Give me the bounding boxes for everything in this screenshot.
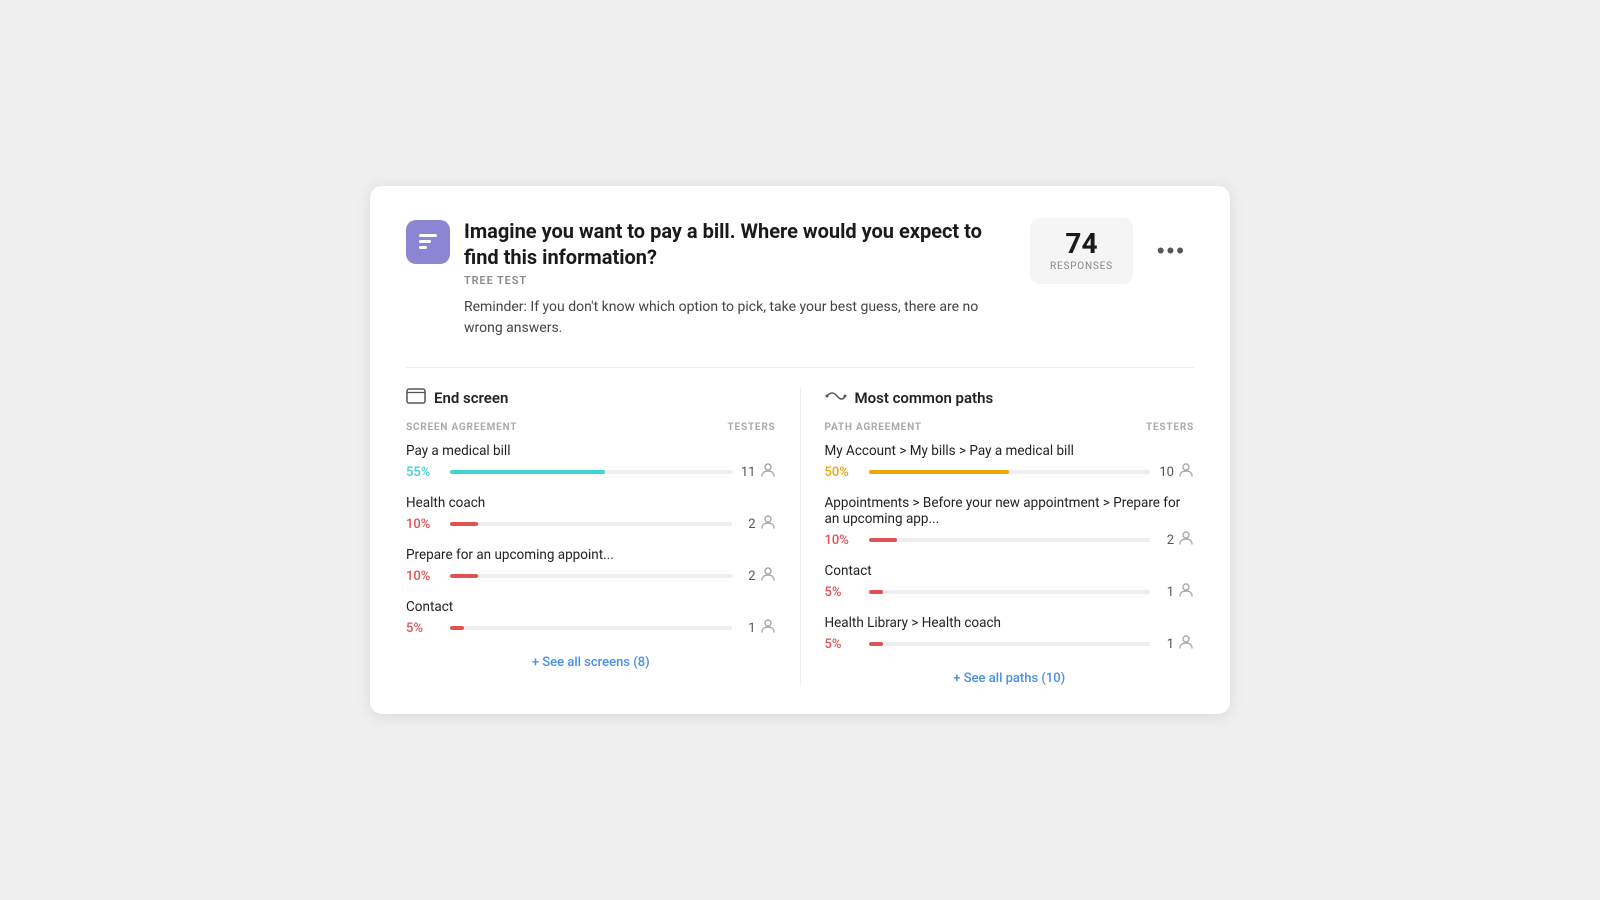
tester-icon-2	[760, 567, 776, 585]
paths-agreement-col: PATH AGREEMENT	[825, 422, 922, 433]
section-divider	[406, 367, 1194, 368]
paths-bar-track-2	[869, 590, 1151, 594]
end-screen-bar-track-0	[450, 470, 732, 474]
paths-row-1: Appointments > Before your new appointme…	[825, 495, 1195, 549]
end-screen-title: End screen	[434, 389, 508, 407]
paths-tester-icon-3	[1178, 635, 1194, 653]
end-screen-bar-fill-1	[450, 522, 478, 526]
paths-header: Most common paths	[825, 388, 1195, 408]
paths-title: Most common paths	[855, 389, 994, 407]
end-screen-row-3: Contact 5% 1	[406, 599, 776, 637]
end-screen-col-headers: SCREEN AGREEMENT TESTERS	[406, 422, 776, 433]
paths-row-label-0: My Account > My bills > Pay a medical bi…	[825, 443, 1195, 459]
see-all-paths-link[interactable]: + See all paths (10)	[825, 671, 1195, 686]
end-screen-testers-col: TESTERS	[728, 422, 776, 433]
sections-container: End screen SCREEN AGREEMENT TESTERS Pay …	[406, 388, 1194, 686]
paths-icon	[825, 388, 847, 408]
paths-row-pct-1: 10%	[825, 533, 861, 548]
more-menu-button[interactable]: •••	[1149, 234, 1194, 268]
paths-tester-icon-2	[1178, 583, 1194, 601]
paths-bar-track-0	[869, 470, 1151, 474]
paths-row-0: My Account > My bills > Pay a medical bi…	[825, 443, 1195, 481]
end-screen-rows: Pay a medical bill 55% 11 Health coach 1…	[406, 443, 776, 637]
paths-row-testers-1: 2	[1158, 531, 1194, 549]
end-screen-bar-track-1	[450, 522, 732, 526]
end-screen-header: End screen	[406, 388, 776, 408]
paths-row-pct-2: 5%	[825, 585, 861, 600]
end-screen-bar-fill-0	[450, 470, 605, 474]
end-screen-row-testers-3: 1	[740, 619, 776, 637]
paths-bar-fill-1	[869, 538, 897, 542]
responses-label: RESPONSES	[1050, 261, 1113, 272]
header-left: Imagine you want to pay a bill. Where wo…	[406, 218, 1010, 339]
paths-bar-fill-2	[869, 590, 883, 594]
paths-row-testers-0: 10	[1158, 463, 1194, 481]
paths-rows: My Account > My bills > Pay a medical bi…	[825, 443, 1195, 653]
paths-row-pct-3: 5%	[825, 637, 861, 652]
end-screen-bar-fill-3	[450, 626, 464, 630]
end-screen-row-label-0: Pay a medical bill	[406, 443, 776, 459]
end-screen-row-testers-1: 2	[740, 515, 776, 533]
paths-bar-track-3	[869, 642, 1151, 646]
paths-row-2: Contact 5% 1	[825, 563, 1195, 601]
reminder-text: Reminder: If you don't know which option…	[464, 297, 1010, 339]
paths-tester-icon-1	[1178, 531, 1194, 549]
paths-row-3: Health Library > Health coach 5% 1	[825, 615, 1195, 653]
end-screen-bar-track-3	[450, 626, 732, 630]
end-screen-row-label-2: Prepare for an upcoming appoint...	[406, 547, 776, 563]
tree-test-badge: TREE TEST	[464, 274, 1010, 287]
end-screen-row-2: Prepare for an upcoming appoint... 10% 2	[406, 547, 776, 585]
paths-bar-fill-0	[869, 470, 1010, 474]
end-screen-row-pct-2: 10%	[406, 569, 442, 584]
tester-icon-3	[760, 619, 776, 637]
header-right: 74 RESPONSES •••	[1030, 218, 1194, 284]
main-card: Imagine you want to pay a bill. Where wo…	[370, 186, 1230, 714]
end-screen-row-testers-0: 11	[740, 463, 776, 481]
end-screen-bar-fill-2	[450, 574, 478, 578]
end-screen-row-0: Pay a medical bill 55% 11	[406, 443, 776, 481]
end-screen-section: End screen SCREEN AGREEMENT TESTERS Pay …	[406, 388, 800, 686]
end-screen-icon	[406, 388, 426, 408]
end-screen-row-pct-0: 55%	[406, 465, 442, 480]
end-screen-agreement-col: SCREEN AGREEMENT	[406, 422, 517, 433]
end-screen-row-label-1: Health coach	[406, 495, 776, 511]
paths-tester-icon-0	[1178, 463, 1194, 481]
paths-row-label-2: Contact	[825, 563, 1195, 579]
tree-test-icon	[406, 220, 450, 264]
paths-testers-col: TESTERS	[1146, 422, 1194, 433]
question-title: Imagine you want to pay a bill. Where wo…	[464, 218, 1010, 270]
end-screen-row-testers-2: 2	[740, 567, 776, 585]
card-header: Imagine you want to pay a bill. Where wo…	[406, 218, 1194, 339]
paths-row-pct-0: 50%	[825, 465, 861, 480]
responses-box: 74 RESPONSES	[1030, 218, 1133, 284]
see-all-screens-link[interactable]: + See all screens (8)	[406, 655, 776, 670]
responses-count: 74	[1050, 230, 1113, 258]
paths-bar-fill-3	[869, 642, 883, 646]
end-screen-row-pct-1: 10%	[406, 517, 442, 532]
paths-row-label-3: Health Library > Health coach	[825, 615, 1195, 631]
paths-col-headers: PATH AGREEMENT TESTERS	[825, 422, 1195, 433]
paths-row-testers-2: 1	[1158, 583, 1194, 601]
paths-row-testers-3: 1	[1158, 635, 1194, 653]
paths-row-label-1: Appointments > Before your new appointme…	[825, 495, 1195, 527]
most-common-paths-section: Most common paths PATH AGREEMENT TESTERS…	[800, 388, 1195, 686]
header-title-block: Imagine you want to pay a bill. Where wo…	[464, 218, 1010, 339]
tester-icon-0	[760, 463, 776, 481]
end-screen-row-pct-3: 5%	[406, 621, 442, 636]
tester-icon-1	[760, 515, 776, 533]
paths-bar-track-1	[869, 538, 1151, 542]
end-screen-row-label-3: Contact	[406, 599, 776, 615]
end-screen-bar-track-2	[450, 574, 732, 578]
end-screen-row-1: Health coach 10% 2	[406, 495, 776, 533]
